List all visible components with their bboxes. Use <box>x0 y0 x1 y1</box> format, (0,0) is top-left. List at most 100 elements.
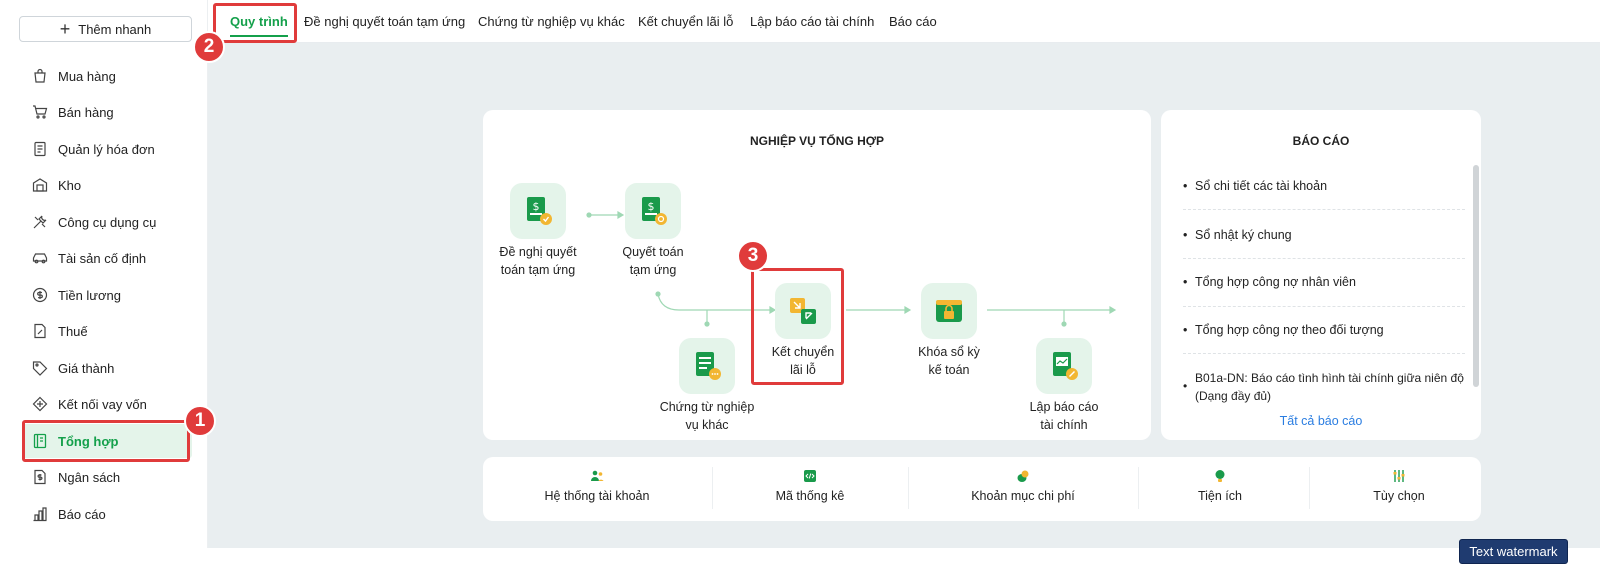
tab-ket-chuyen-lai-lo[interactable]: Kết chuyển lãi lỗ <box>638 0 733 43</box>
highlight-tab-quy-trinh <box>213 3 297 43</box>
sidebar-item-label: Bán hàng <box>58 104 114 120</box>
step-marker-3: 3 <box>737 240 769 272</box>
users-icon <box>591 470 604 481</box>
app-window: + Thêm nhanh Mua hàng Bán hàng Quản lý h… <box>0 0 1600 548</box>
coins-icon <box>1017 470 1029 482</box>
loan-icon <box>32 396 48 412</box>
divider <box>1183 258 1465 259</box>
sidebar-item-label: Tài sản cố định <box>58 250 147 266</box>
reports-card: BÁO CÁO • Sổ chi tiết các tài khoản • Sổ n… <box>1161 110 1481 440</box>
other-voucher-icon <box>679 338 735 394</box>
car-icon <box>32 253 48 264</box>
svg-text:$: $ <box>533 200 540 213</box>
tool-he-thong-tai-khoan[interactable]: Hệ thống tài khoản <box>525 469 669 514</box>
sidebar-item-quan-ly-hoa-don[interactable]: Quản lý hóa đơn <box>22 132 192 166</box>
divider <box>1183 306 1465 307</box>
lightbulb-icon <box>1215 470 1225 482</box>
sidebar-item-ket-noi-vay-von[interactable]: Kết nối vay vốn <box>22 387 192 421</box>
tool-tien-ich[interactable]: Tiện ích <box>1185 469 1255 514</box>
divider <box>712 467 713 509</box>
report-link[interactable]: • Tổng hợp công nợ nhân viên <box>1183 273 1465 291</box>
sidebar-item-tai-san-co-dinh[interactable]: Tài sản cố định <box>22 241 192 275</box>
sidebar-item-label: Kho <box>58 177 82 193</box>
tab-de-nghi-quyet-toan-tam-ung[interactable]: Đề nghị quyết toán tạm ứng <box>304 0 465 43</box>
highlight-tong-hop <box>22 420 190 462</box>
reports-title: BÁO CÁO <box>1292 134 1350 148</box>
quick-add-label: Thêm nhanh <box>78 21 152 37</box>
main-content: NGHIỆP VỤ TỔNG HỢP $ Đề nghị quyết toán … <box>208 43 1600 548</box>
report-link[interactable]: • Sổ nhật ký chung <box>1183 226 1465 244</box>
sidebar-item-label: Tiền lương <box>58 287 121 303</box>
node-lap-bao-cao-tai-chinh[interactable]: Lập báo cáo tài chính <box>1021 338 1107 434</box>
tool-ma-thong-ke[interactable]: Mã thống kê <box>755 469 865 514</box>
warehouse-icon <box>32 178 48 192</box>
sliders-icon <box>1393 470 1405 482</box>
sidebar-item-cong-cu-dung-cu[interactable]: Công cụ dụng cụ <box>22 205 192 239</box>
tab-chung-tu-nghiep-vu-khac[interactable]: Chứng từ nghiệp vụ khác <box>478 0 625 43</box>
node-label: Chứng từ nghiệp vụ khác <box>659 400 755 432</box>
price-tag-icon <box>32 361 48 376</box>
sidebar-item-label: Mua hàng <box>58 68 116 84</box>
sidebar-item-kho[interactable]: Kho <box>22 168 192 202</box>
tool-label: Mã thống kê <box>775 489 845 503</box>
node-de-nghi-quyet-toan[interactable]: $ Đề nghị quyết toán tạm ứng <box>493 183 583 279</box>
tab-lap-bao-cao-tai-chinh[interactable]: Lập báo cáo tài chính <box>750 0 874 43</box>
sidebar-item-label: Quản lý hóa đơn <box>58 141 155 157</box>
dollar-circle-icon <box>32 287 48 303</box>
divider <box>1183 353 1465 354</box>
sidebar-item-ban-hang[interactable]: Bán hàng <box>22 95 192 129</box>
sidebar-item-gia-thanh[interactable]: Giá thành <box>22 351 192 385</box>
tool-label: Tùy chọn <box>1373 489 1425 503</box>
node-label: Đề nghị quyết toán tạm ứng <box>499 245 577 277</box>
shopping-bag-icon <box>34 68 46 83</box>
sidebar: + Thêm nhanh Mua hàng Bán hàng Quản lý h… <box>0 0 208 548</box>
financial-report-icon <box>1036 338 1092 394</box>
svg-text:$: $ <box>648 200 655 213</box>
highlight-ket-chuyen-lai-lo <box>751 268 844 385</box>
step-marker-1: 1 <box>184 405 216 437</box>
settlement-icon: $ <box>625 183 681 239</box>
sidebar-item-ngan-sach[interactable]: Ngân sách <box>22 460 192 494</box>
quick-add-button[interactable]: + Thêm nhanh <box>19 16 192 42</box>
reports-scrollbar[interactable] <box>1473 165 1479 387</box>
sidebar-item-tien-luong[interactable]: Tiền lương <box>22 278 192 312</box>
budget-icon <box>34 469 46 485</box>
node-khoa-so-ky-ke-toan[interactable]: Khóa sổ kỳ kế toán <box>905 283 993 379</box>
bar-chart-icon <box>33 507 47 522</box>
report-link[interactable]: • B01a-DN: Báo cáo tình hình tài chính gi… <box>1183 369 1465 405</box>
tool-label: Hệ thống tài khoản <box>544 489 650 503</box>
tool-khoan-muc-chi-phi[interactable]: Khoản mục chi phí <box>955 469 1091 514</box>
sidebar-item-thue[interactable]: Thuế <box>22 314 192 348</box>
sidebar-item-label: Ngân sách <box>58 469 121 485</box>
plus-icon: + <box>59 19 71 39</box>
tools-card: Hệ thống tài khoản Mã thống kê Khoản mục… <box>483 457 1481 521</box>
divider <box>1183 209 1465 210</box>
sidebar-item-label: Giá thành <box>58 360 115 376</box>
sidebar-item-mua-hang[interactable]: Mua hàng <box>22 59 192 93</box>
all-reports-link[interactable]: Tất cả báo cáo <box>1161 414 1481 428</box>
lock-period-icon <box>921 283 977 339</box>
node-chung-tu-nghiep-vu-khac[interactable]: Chứng từ nghiệp vụ khác <box>655 338 759 434</box>
tab-bao-cao[interactable]: Báo cáo <box>889 0 937 43</box>
tool-tuy-chon[interactable]: Tùy chọn <box>1363 469 1435 514</box>
invoice-icon <box>34 141 46 157</box>
top-tab-bar: Quy trình Đề nghị quyết toán tạm ứng Chứ… <box>208 0 1600 43</box>
node-label: Khóa sổ kỳ kế toán <box>918 345 980 377</box>
tools-icon <box>33 215 47 229</box>
watermark-label: Text watermark <box>1459 539 1568 564</box>
tax-icon <box>34 323 46 339</box>
node-label: Lập báo cáo tài chính <box>1029 400 1099 432</box>
divider <box>1309 467 1310 509</box>
node-quyet-toan-tam-ung[interactable]: $ Quyết toán tạm ứng <box>611 183 695 279</box>
sidebar-item-label: Báo cáo <box>58 506 106 522</box>
step-marker-2: 2 <box>193 31 225 63</box>
sidebar-item-bao-cao[interactable]: Báo cáo <box>22 497 192 531</box>
advance-request-icon: $ <box>510 183 566 239</box>
code-icon <box>804 470 816 482</box>
tool-label: Khoản mục chi phí <box>971 489 1075 503</box>
sidebar-item-label: Công cụ dụng cụ <box>58 214 157 230</box>
sidebar-item-label: Thuế <box>58 323 88 339</box>
report-link[interactable]: • Sổ chi tiết các tài khoản <box>1183 177 1465 195</box>
report-link[interactable]: • Tổng hợp công nợ theo đối tượng <box>1183 321 1465 339</box>
node-label: Quyết toán tạm ứng <box>622 245 684 277</box>
